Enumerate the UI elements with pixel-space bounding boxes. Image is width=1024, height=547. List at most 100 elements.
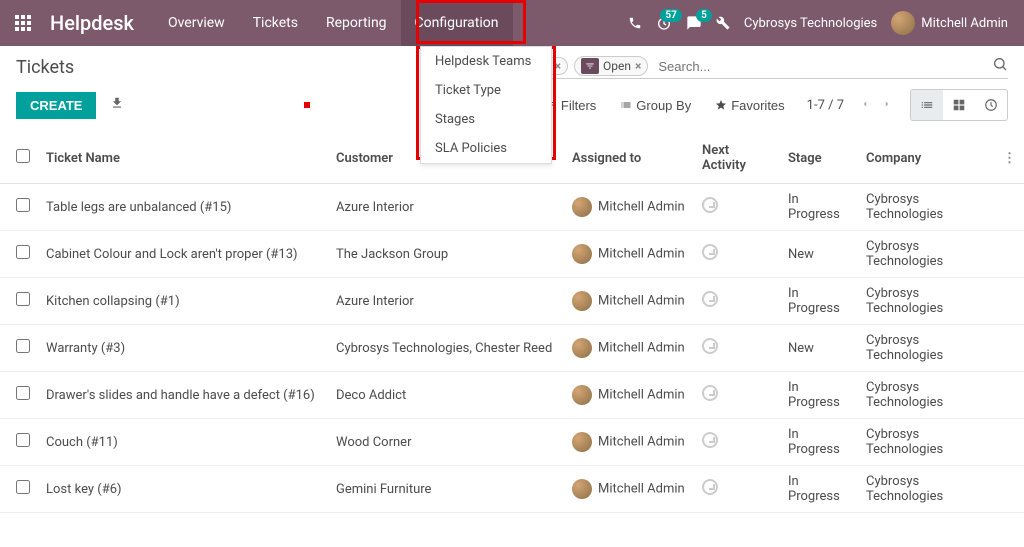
dd-sla-policies[interactable]: SLA Policies bbox=[421, 134, 551, 163]
brand-title[interactable]: Helpdesk bbox=[40, 11, 154, 35]
cell-activity[interactable] bbox=[694, 466, 780, 513]
col-activity[interactable]: Next Activity bbox=[694, 133, 780, 184]
cell-assigned: Mitchell Admin bbox=[564, 419, 694, 466]
dd-stages[interactable]: Stages bbox=[421, 105, 551, 134]
cell-name: Lost key (#6) bbox=[38, 466, 328, 513]
row-checkbox[interactable] bbox=[16, 480, 30, 494]
assignee-avatar bbox=[572, 385, 592, 405]
col-company[interactable]: Company bbox=[858, 133, 995, 184]
col-assigned[interactable]: Assigned to bbox=[564, 133, 694, 184]
company-name[interactable]: Cybrosys Technologies bbox=[744, 16, 877, 31]
row-checkbox[interactable] bbox=[16, 433, 30, 447]
cell-stage: In Progress bbox=[780, 278, 858, 325]
cell-company: Cybrosys Technologies bbox=[858, 231, 995, 278]
pager-text[interactable]: 1-7 / 7 bbox=[807, 98, 844, 113]
cell-name: Cabinet Colour and Lock aren't proper (#… bbox=[38, 231, 328, 278]
view-list-icon[interactable] bbox=[911, 90, 943, 120]
cell-stage: New bbox=[780, 231, 858, 278]
assignee-avatar bbox=[572, 291, 592, 311]
select-all-checkbox[interactable] bbox=[16, 149, 30, 163]
tools-icon[interactable] bbox=[716, 16, 730, 30]
view-kanban-icon[interactable] bbox=[943, 90, 975, 120]
red-marker bbox=[304, 102, 310, 108]
clock-icon bbox=[702, 197, 718, 213]
nav-overview[interactable]: Overview bbox=[154, 0, 239, 46]
cell-activity[interactable] bbox=[694, 419, 780, 466]
search-area: ickets × Open × bbox=[512, 56, 1008, 79]
cell-company: Cybrosys Technologies bbox=[858, 184, 995, 231]
filter-chip-open[interactable]: Open × bbox=[574, 56, 648, 76]
cell-activity[interactable] bbox=[694, 278, 780, 325]
table-row[interactable]: Table legs are unbalanced (#15) Azure In… bbox=[0, 184, 1024, 231]
row-checkbox[interactable] bbox=[16, 292, 30, 306]
filter-icon bbox=[581, 58, 599, 74]
cell-company: Cybrosys Technologies bbox=[858, 466, 995, 513]
create-button[interactable]: CREATE bbox=[16, 92, 96, 119]
cell-assigned: Mitchell Admin bbox=[564, 278, 694, 325]
timer-icon[interactable]: 57 bbox=[656, 15, 672, 31]
nav-configuration[interactable]: Configuration bbox=[401, 0, 513, 46]
row-checkbox[interactable] bbox=[16, 339, 30, 353]
apps-icon[interactable] bbox=[6, 6, 40, 40]
view-switcher bbox=[910, 89, 1008, 121]
row-checkbox[interactable] bbox=[16, 386, 30, 400]
assignee-avatar bbox=[572, 479, 592, 499]
cell-company: Cybrosys Technologies bbox=[858, 278, 995, 325]
table-row[interactable]: Couch (#11) Wood Corner Mitchell Admin I… bbox=[0, 419, 1024, 466]
col-options-icon[interactable]: ⋮ bbox=[995, 133, 1024, 184]
clock-icon bbox=[702, 244, 718, 260]
cell-name: Warranty (#3) bbox=[38, 325, 328, 372]
cell-stage: In Progress bbox=[780, 419, 858, 466]
pager-next[interactable] bbox=[878, 93, 896, 118]
chip-close-icon[interactable]: × bbox=[555, 59, 561, 73]
cell-name: Table legs are unbalanced (#15) bbox=[38, 184, 328, 231]
assignee-avatar bbox=[572, 432, 592, 452]
cell-assigned: Mitchell Admin bbox=[564, 184, 694, 231]
groupby-label: Group By bbox=[636, 98, 691, 113]
cell-name: Kitchen collapsing (#1) bbox=[38, 278, 328, 325]
phone-icon[interactable] bbox=[628, 16, 642, 30]
table-row[interactable]: Kitchen collapsing (#1) Azure Interior M… bbox=[0, 278, 1024, 325]
search-input[interactable] bbox=[654, 57, 992, 76]
nav-tickets[interactable]: Tickets bbox=[239, 0, 312, 46]
cell-assigned: Mitchell Admin bbox=[564, 231, 694, 278]
col-stage[interactable]: Stage bbox=[780, 133, 858, 184]
clock-icon bbox=[702, 432, 718, 448]
cell-customer: Gemini Furniture bbox=[328, 466, 564, 513]
cell-name: Drawer's slides and handle have a defect… bbox=[38, 372, 328, 419]
chat-icon[interactable]: 5 bbox=[686, 15, 702, 31]
table-row[interactable]: Lost key (#6) Gemini Furniture Mitchell … bbox=[0, 466, 1024, 513]
search-icon[interactable] bbox=[992, 56, 1008, 76]
dd-helpdesk-teams[interactable]: Helpdesk Teams bbox=[421, 47, 551, 76]
cell-company: Cybrosys Technologies bbox=[858, 372, 995, 419]
table-row[interactable]: Cabinet Colour and Lock aren't proper (#… bbox=[0, 231, 1024, 278]
tickets-table: Ticket Name Customer Assigned to Next Ac… bbox=[0, 133, 1024, 513]
nav-items: Overview Tickets Reporting Configuration bbox=[154, 0, 513, 46]
col-ticket-name[interactable]: Ticket Name bbox=[38, 133, 328, 184]
view-activity-icon[interactable] bbox=[975, 90, 1007, 120]
cell-activity[interactable] bbox=[694, 325, 780, 372]
groupby-button[interactable]: Group By bbox=[610, 92, 701, 119]
favorites-button[interactable]: Favorites bbox=[705, 92, 794, 119]
filters-label: Filters bbox=[561, 98, 596, 113]
nav-right: 57 5 Cybrosys Technologies Mitchell Admi… bbox=[628, 11, 1018, 35]
configuration-dropdown: Helpdesk Teams Ticket Type Stages SLA Po… bbox=[420, 46, 552, 164]
cell-activity[interactable] bbox=[694, 184, 780, 231]
chip-close-icon[interactable]: × bbox=[635, 59, 641, 73]
pager-prev[interactable] bbox=[856, 93, 874, 118]
cell-customer: Azure Interior bbox=[328, 184, 564, 231]
import-icon[interactable] bbox=[110, 96, 124, 114]
user-avatar bbox=[891, 11, 915, 35]
user-menu[interactable]: Mitchell Admin bbox=[891, 11, 1008, 35]
nav-reporting[interactable]: Reporting bbox=[312, 0, 401, 46]
cell-customer: Deco Addict bbox=[328, 372, 564, 419]
cell-activity[interactable] bbox=[694, 372, 780, 419]
table-row[interactable]: Drawer's slides and handle have a defect… bbox=[0, 372, 1024, 419]
cell-activity[interactable] bbox=[694, 231, 780, 278]
cell-name: Couch (#11) bbox=[38, 419, 328, 466]
row-checkbox[interactable] bbox=[16, 245, 30, 259]
clock-icon bbox=[702, 479, 718, 495]
table-row[interactable]: Warranty (#3) Cybrosys Technologies, Che… bbox=[0, 325, 1024, 372]
row-checkbox[interactable] bbox=[16, 198, 30, 212]
dd-ticket-type[interactable]: Ticket Type bbox=[421, 76, 551, 105]
